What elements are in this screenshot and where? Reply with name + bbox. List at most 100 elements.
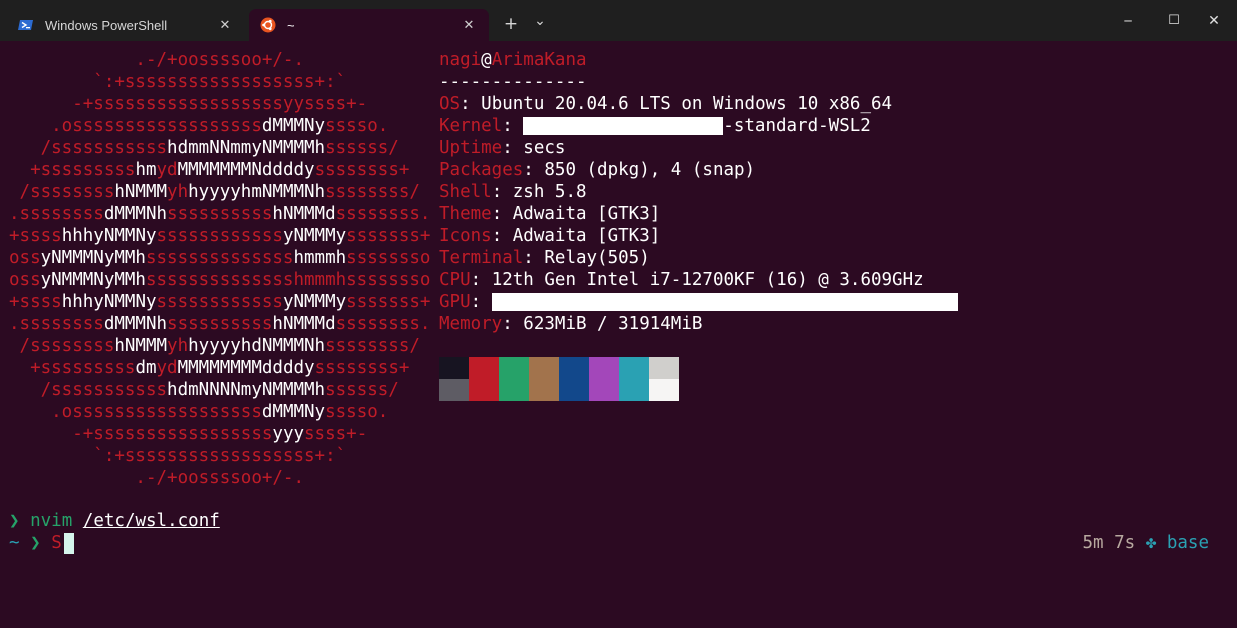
ascii-segment: yNMMMy [282, 226, 347, 246]
ascii-segment: ssssssssssss [156, 292, 283, 312]
palette-swatch [529, 357, 559, 379]
info-cpu: CPU: 12th Gen Intel i7-12700KF (16) @ 3.… [439, 270, 924, 290]
ascii-segment: hyyyyhdNMMMNh [188, 336, 326, 356]
info-key: Theme [439, 204, 492, 224]
ascii-line: ossyNMMMNyMMhsssssssssssssshmmmhssssssso [9, 269, 430, 291]
title-bar: Windows PowerShell ✕ ~ ✕ + ⌄ ─ ☐ ✕ [0, 0, 1237, 41]
ascii-segment: hNMMM [114, 182, 168, 202]
info-key: Icons [439, 226, 492, 246]
ascii-segment: ssssssss/ [325, 336, 420, 356]
close-window-button[interactable]: ✕ [1191, 0, 1237, 41]
ascii-line: +sssssssssdmydMMMMMMMMddddyssssssss+ [9, 357, 409, 379]
close-tab-icon[interactable]: ✕ [217, 17, 233, 33]
info-key: Terminal [439, 248, 524, 268]
ascii-line: .ssssssssdMMMNhsssssssssshNMMMdssssssss. [9, 203, 430, 225]
tab-windows-powershell[interactable]: Windows PowerShell ✕ [7, 9, 245, 41]
ascii-segment: ssssss/ [325, 380, 399, 400]
history-command-line: ❯ nvim /etc/wsl.conf [9, 510, 220, 532]
new-tab-button[interactable]: + [499, 12, 523, 36]
powershell-icon [18, 17, 34, 33]
ascii-line: /ssssssssssshdmNNNNmyNMMMMhssssss/ [9, 379, 399, 401]
ascii-line: /sssssssshNMMMyhhyyyyhmNMMMNhssssssss/ [9, 181, 420, 203]
ascii-segment: sssssss+ [346, 292, 431, 312]
ascii-line: .ossssssssssssssssssdMMMNysssso. [9, 115, 388, 137]
palette-swatch [619, 379, 649, 401]
ascii-segment: +sssssssss [9, 160, 136, 180]
palette-swatch [589, 379, 619, 401]
info-value: 12th Gen Intel i7-12700KF (16) @ 3.609GH… [491, 270, 924, 290]
minimize-icon: ─ [1124, 13, 1132, 28]
palette-swatch [469, 379, 499, 401]
color-palette [439, 357, 679, 401]
close-tab-icon[interactable]: ✕ [461, 17, 477, 33]
ascii-segment: ssssssss/ [325, 182, 420, 202]
ascii-segment: -+ssssssssssssssssssyyssss+- [9, 94, 368, 114]
info-memory: Memory: 623MiB / 31914MiB [439, 314, 703, 334]
ascii-segment: hdmNNNNmyNMMMMh [167, 380, 326, 400]
ascii-segment: .-/+oossssoo+/-. [9, 468, 305, 488]
current-prompt-line[interactable]: ~ ❯ S [9, 532, 74, 554]
ascii-line: -+sssssssssssssssssyyyssss+- [9, 423, 367, 445]
ascii-line: +sssshhhyNMMNyssssssssssssyNMMMysssssss+ [9, 225, 430, 247]
ascii-segment: +sssssssss [9, 358, 136, 378]
prompt-symbol: ❯ [30, 533, 41, 553]
command-argument: /etc/wsl.conf [82, 511, 220, 531]
ascii-segment: /ssssssss [9, 336, 115, 356]
ascii-segment: .-/+oossssoo+/-. [9, 50, 305, 70]
separator: -------------- [439, 72, 587, 92]
ubuntu-icon [260, 17, 276, 33]
palette-swatch [559, 379, 589, 401]
info-key: Packages [439, 160, 524, 180]
ascii-segment: hNMMM [114, 336, 168, 356]
prompt-symbol: ❯ [9, 511, 20, 531]
ascii-segment: hhhyNMMNy [61, 226, 157, 246]
ascii-segment: yd [156, 160, 178, 180]
palette-swatch [529, 379, 559, 401]
ascii-segment: .ssssssss [9, 314, 104, 334]
ascii-line: /ssssssssssshdmmNNmmyNMMMMhssssss/ [9, 137, 399, 159]
username: nagi [439, 50, 482, 70]
ascii-line: `:+ssssssssssssssssss+:` [9, 445, 346, 467]
chevron-down-icon: ⌄ [534, 13, 546, 29]
ascii-segment: oss [9, 270, 41, 290]
ascii-segment: yh [167, 182, 189, 202]
info-value: Ubuntu 20.04.6 LTS on Windows 10 x86_64 [481, 94, 893, 114]
text-cursor [63, 532, 74, 554]
tab-label: ~ [287, 17, 295, 33]
info-key: Uptime [439, 138, 503, 158]
ascii-segment: ssssssssssssss [145, 248, 294, 268]
ascii-segment: sssssss+ [346, 226, 431, 246]
ascii-segment: -+sssssssssssssssss [9, 424, 273, 444]
terminal-content[interactable]: .-/+oossssoo+/-. `:+ssssssssssssssssss+:… [0, 41, 1237, 628]
command-duration: 5m 7s [1082, 533, 1136, 553]
ascii-segment: hm [135, 160, 157, 180]
ascii-segment: oss [9, 248, 41, 268]
ascii-segment: yNMMMNyMMh [40, 248, 146, 268]
command-name: nvim [30, 511, 73, 531]
ascii-segment: ssssssso [346, 248, 431, 268]
ascii-segment: hhhyNMMNy [61, 292, 157, 312]
ascii-segment: hNMMMd [272, 314, 336, 334]
info-gpu: GPU: [439, 291, 958, 313]
command-input[interactable]: S [51, 533, 62, 553]
minimize-button[interactable]: ─ [1105, 0, 1151, 41]
ascii-segment: `:+ssssssssssssssssss+:` [9, 72, 347, 92]
info-theme: Theme: Adwaita [GTK3] [439, 204, 661, 224]
redacted-block [523, 117, 724, 135]
info-kernel: Kernel: -standard-WSL2 [439, 116, 871, 136]
info-key: Shell [439, 182, 492, 202]
ascii-line: `:+ssssssssssssssssss+:` [9, 71, 346, 93]
tab-dropdown-button[interactable]: ⌄ [528, 12, 552, 36]
palette-swatch [469, 357, 499, 379]
ascii-segment: dMMMNh [103, 314, 168, 334]
info-key: OS [439, 94, 461, 114]
ascii-segment: .ossssssssssssssssss [9, 116, 262, 136]
ascii-segment: dMMMNy [261, 402, 326, 422]
tab-ubuntu[interactable]: ~ ✕ [249, 9, 489, 41]
ascii-line: .-/+oossssoo+/-. [9, 49, 304, 71]
user-host: nagi@ArimaKana [439, 49, 587, 71]
ascii-segment: dm [135, 358, 157, 378]
hostname: ArimaKana [491, 50, 587, 70]
close-icon: ✕ [1208, 12, 1220, 29]
palette-swatch [439, 379, 469, 401]
